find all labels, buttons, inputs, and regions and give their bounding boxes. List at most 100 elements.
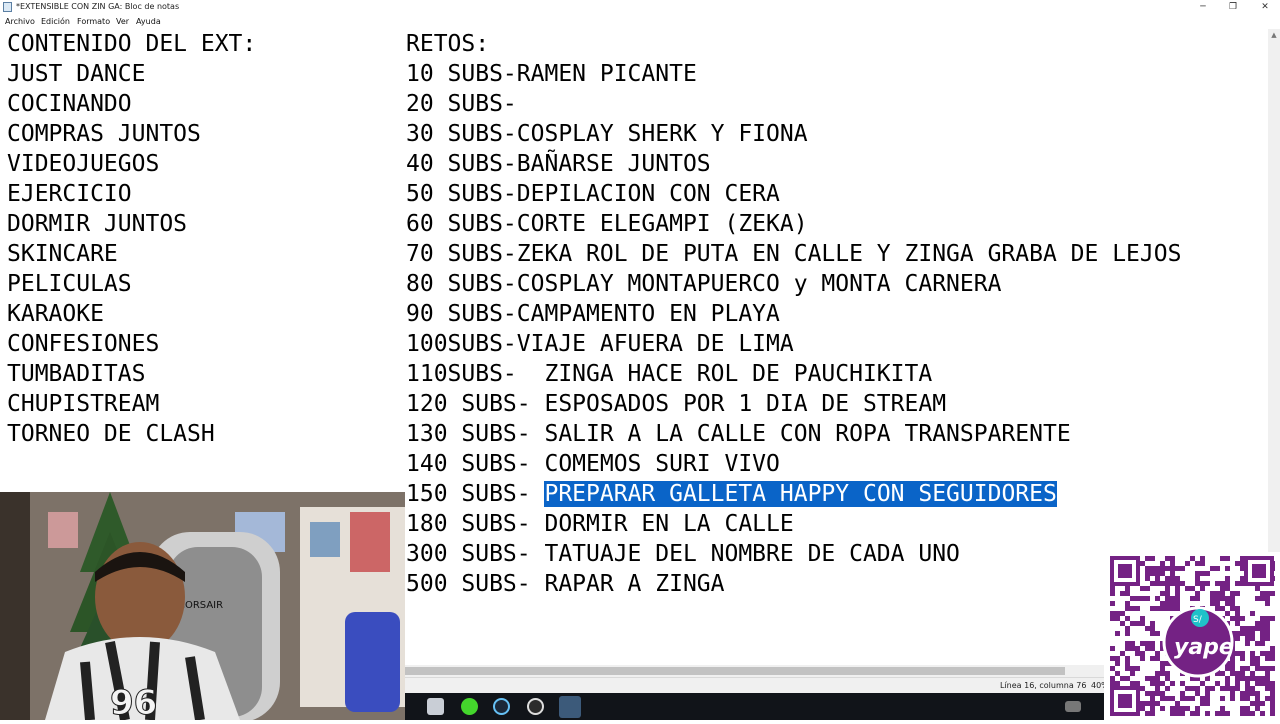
qr-module — [1135, 621, 1140, 626]
qr-module — [1265, 666, 1270, 671]
qr-module — [1130, 646, 1135, 651]
notepad-app-icon — [3, 2, 12, 12]
qr-module — [1195, 706, 1200, 711]
selected-text[interactable]: PREPARAR GALLETA HAPPY CON SEGUIDORES — [544, 481, 1057, 507]
qr-module — [1135, 666, 1140, 671]
qr-module — [1150, 696, 1155, 701]
qr-module — [1255, 661, 1260, 666]
qr-module — [1175, 566, 1180, 571]
line-right-text: 90 SUBS-CAMPAMENTO EN PLAYA — [406, 301, 780, 327]
horizontal-scrollbar[interactable] — [405, 665, 1105, 677]
qr-module — [1130, 671, 1135, 676]
qr-module — [1255, 641, 1260, 646]
qr-module — [1165, 591, 1170, 596]
qr-module — [1250, 711, 1255, 716]
line-left-text: KARAOKE — [7, 301, 104, 327]
qr-module — [1215, 711, 1220, 716]
qr-module — [1110, 666, 1115, 671]
line-right-text: 10 SUBS-RAMEN PICANTE — [406, 61, 697, 87]
qr-module — [1245, 706, 1250, 711]
window-title: *EXTENSIBLE CON ZIN GA: Bloc de notas — [16, 2, 180, 11]
qr-module — [1165, 581, 1170, 586]
qr-module — [1225, 711, 1230, 716]
qr-module — [1215, 596, 1220, 601]
menu-ayuda[interactable]: Ayuda — [136, 14, 161, 29]
qr-module — [1210, 686, 1215, 691]
line-right-text: 150 SUBS- PREPARAR GALLETA HAPPY CON SEG… — [406, 479, 1057, 509]
qr-module — [1215, 601, 1220, 606]
qr-module — [1245, 631, 1250, 636]
qr-module — [1110, 601, 1115, 606]
qr-module — [1140, 621, 1145, 626]
minimize-button[interactable]: ─ — [1188, 0, 1218, 14]
qr-module — [1155, 581, 1160, 586]
qr-module — [1185, 706, 1190, 711]
qr-module — [1230, 591, 1235, 596]
qr-module — [1270, 686, 1275, 691]
line-left-text: TUMBADITAS — [7, 361, 146, 387]
close-button[interactable]: ✕ — [1250, 0, 1280, 14]
menu-edicion[interactable]: Edición — [41, 14, 70, 29]
qr-module — [1125, 656, 1130, 661]
qr-module — [1205, 711, 1210, 716]
qr-module — [1200, 696, 1205, 701]
qr-module — [1245, 636, 1250, 641]
qr-module — [1150, 701, 1155, 706]
horizontal-scroll-thumb[interactable] — [405, 667, 1065, 675]
webcam-overlay: CORSAIR 96 — [0, 492, 405, 720]
qr-module — [1165, 586, 1170, 591]
qr-module — [1140, 656, 1145, 661]
qr-module — [1235, 591, 1240, 596]
qr-module — [1265, 656, 1270, 661]
line-left-text: TORNEO DE CLASH — [7, 421, 215, 447]
qr-module — [1125, 586, 1130, 591]
qr-module — [1190, 686, 1195, 691]
qr-module — [1145, 586, 1150, 591]
qr-module — [1255, 681, 1260, 686]
notepad-icon[interactable] — [559, 696, 581, 718]
text-line: COCINANDO 20 SUBS- — [7, 89, 517, 119]
obs-icon[interactable] — [527, 698, 544, 715]
qr-module — [1245, 696, 1250, 701]
qr-module — [1255, 696, 1260, 701]
menu-ver[interactable]: Ver — [116, 14, 129, 29]
qr-module — [1175, 581, 1180, 586]
qr-module — [1245, 681, 1250, 686]
qr-module — [1225, 686, 1230, 691]
qr-module — [1145, 641, 1150, 646]
qr-module — [1165, 671, 1170, 676]
qr-module — [1135, 681, 1140, 686]
qr-module — [1240, 631, 1245, 636]
qr-module — [1245, 686, 1250, 691]
qr-module — [1200, 681, 1205, 686]
qr-module — [1130, 596, 1135, 601]
qr-module — [1260, 711, 1265, 716]
scroll-up-icon[interactable]: ▲ — [1268, 29, 1280, 41]
text-line: DORMIR JUNTOS 60 SUBS-CORTE ELEGAMPI (ZEK… — [7, 209, 808, 239]
qr-module — [1235, 671, 1240, 676]
razer-icon[interactable] — [461, 698, 478, 715]
qr-module — [1255, 676, 1260, 681]
qr-module — [1235, 676, 1240, 681]
steam-icon[interactable] — [493, 698, 510, 715]
menu-archivo[interactable]: Archivo — [5, 14, 35, 29]
qr-module — [1145, 596, 1150, 601]
text-line: JUST DANCE 10 SUBS-RAMEN PICANTE — [7, 59, 697, 89]
qr-module — [1260, 676, 1265, 681]
qr-module — [1255, 691, 1260, 696]
qr-module — [1255, 621, 1260, 626]
qr-module — [1250, 661, 1255, 666]
status-bar: Línea 16, columna 76 40% — [405, 677, 1109, 694]
file-explorer-icon[interactable] — [427, 698, 444, 715]
keyboard-icon[interactable] — [1065, 701, 1081, 712]
text-line: VIDEOJUEGOS 40 SUBS-BAÑARSE JUNTOS — [7, 149, 711, 179]
qr-module — [1110, 591, 1115, 596]
qr-module — [1200, 701, 1205, 706]
maximize-button[interactable]: ❐ — [1218, 0, 1248, 14]
menu-formato[interactable]: Formato — [77, 14, 110, 29]
qr-module — [1145, 556, 1150, 561]
qr-module — [1135, 596, 1140, 601]
qr-module — [1205, 581, 1210, 586]
qr-module — [1140, 706, 1145, 711]
qr-module — [1265, 601, 1270, 606]
